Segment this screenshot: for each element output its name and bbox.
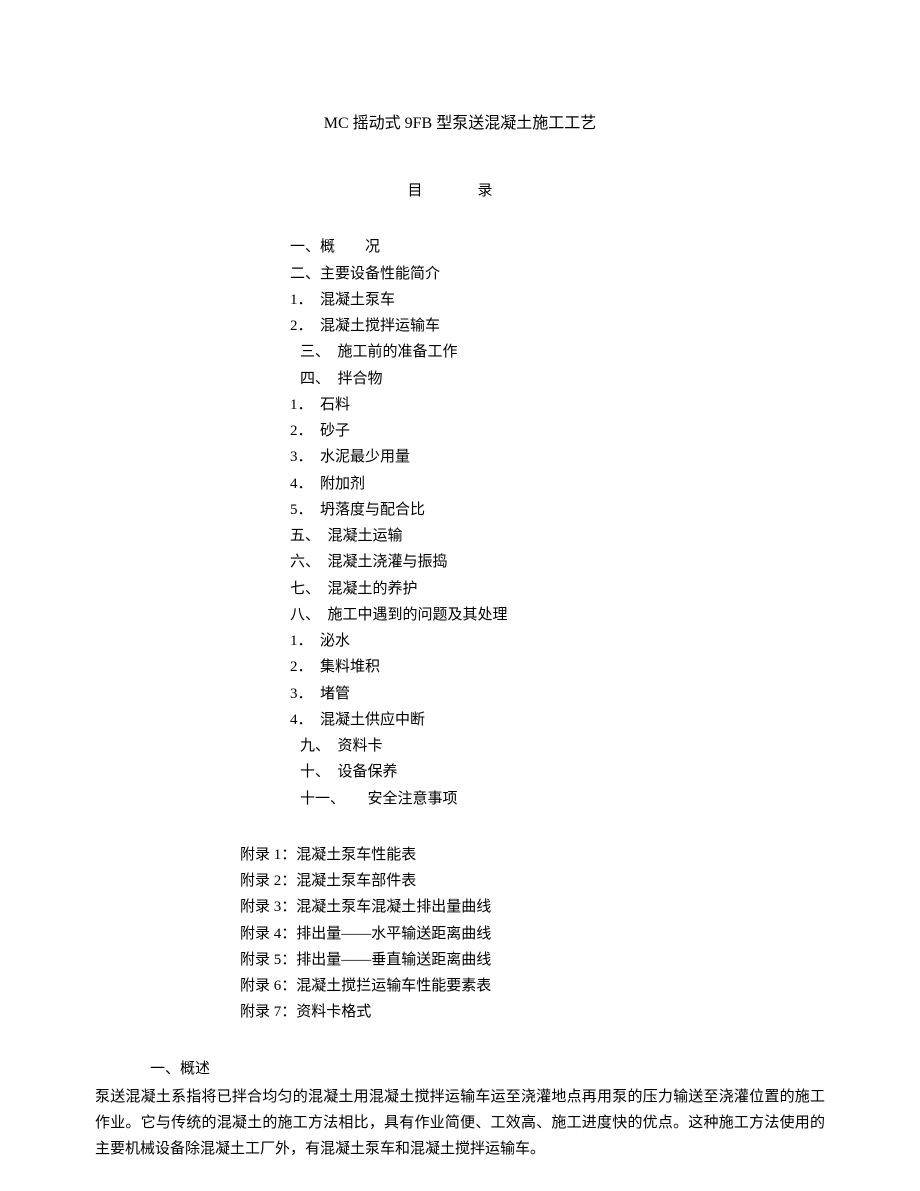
toc-item: 八、 施工中遇到的问题及其处理 (290, 602, 860, 628)
toc-item: 2． 砂子 (290, 418, 860, 444)
toc-item: 2． 混凝土搅拌运输车 (290, 313, 860, 339)
appendix-item: 附录 2：混凝土泵车部件表 (240, 868, 860, 894)
appendix-item: 附录 5：排出量——垂直输送距离曲线 (240, 947, 860, 973)
appendix-item: 附录 6：混凝土搅拦运输车性能要素表 (240, 973, 860, 999)
toc-item: 五、 混凝土运输 (290, 523, 860, 549)
toc-item: 3． 堵管 (290, 681, 860, 707)
toc-item: 1． 混凝土泵车 (290, 287, 860, 313)
appendix-item: 附录 3：混凝土泵车混凝土排出量曲线 (240, 894, 860, 920)
toc-item: 4． 混凝土供应中断 (290, 707, 860, 733)
document-title: MC 摇动式 9FB 型泵送混凝土施工工艺 (60, 110, 860, 138)
toc-item: 三、 施工前的准备工作 (300, 339, 860, 365)
toc-item: 六、 混凝土浇灌与振捣 (290, 549, 860, 575)
toc-item: 二、主要设备性能简介 (290, 261, 860, 287)
section-heading: 一、概述 (150, 1056, 860, 1082)
appendix-item: 附录 7：资料卡格式 (240, 999, 860, 1025)
toc-item: 2． 集料堆积 (290, 654, 860, 680)
toc-item: 1． 石料 (290, 392, 860, 418)
toc-heading: 目 录 (60, 178, 860, 204)
toc-item: 十一、 安全注意事项 (300, 786, 860, 812)
toc-item: 1． 泌水 (290, 628, 860, 654)
toc-item: 一、概 况 (290, 234, 860, 260)
toc-block: 一、概 况 二、主要设备性能简介 1． 混凝土泵车 2． 混凝土搅拌运输车 三、… (290, 234, 860, 812)
toc-item: 七、 混凝土的养护 (290, 576, 860, 602)
toc-item: 5． 坍落度与配合比 (290, 497, 860, 523)
toc-item: 四、 拌合物 (300, 366, 860, 392)
toc-item: 十、 设备保养 (300, 759, 860, 785)
body-paragraph: 泵送混凝土系指将已拌合均匀的混凝土用混凝土搅拌运输车运至浇灌地点再用泵的压力输送… (95, 1084, 825, 1163)
toc-item: 3． 水泥最少用量 (290, 444, 860, 470)
appendix-item: 附录 4：排出量——水平输送距离曲线 (240, 921, 860, 947)
toc-item: 4． 附加剂 (290, 471, 860, 497)
appendix-item: 附录 1：混凝土泵车性能表 (240, 842, 860, 868)
appendix-block: 附录 1：混凝土泵车性能表 附录 2：混凝土泵车部件表 附录 3：混凝土泵车混凝… (240, 842, 860, 1026)
toc-item: 九、 资料卡 (300, 733, 860, 759)
